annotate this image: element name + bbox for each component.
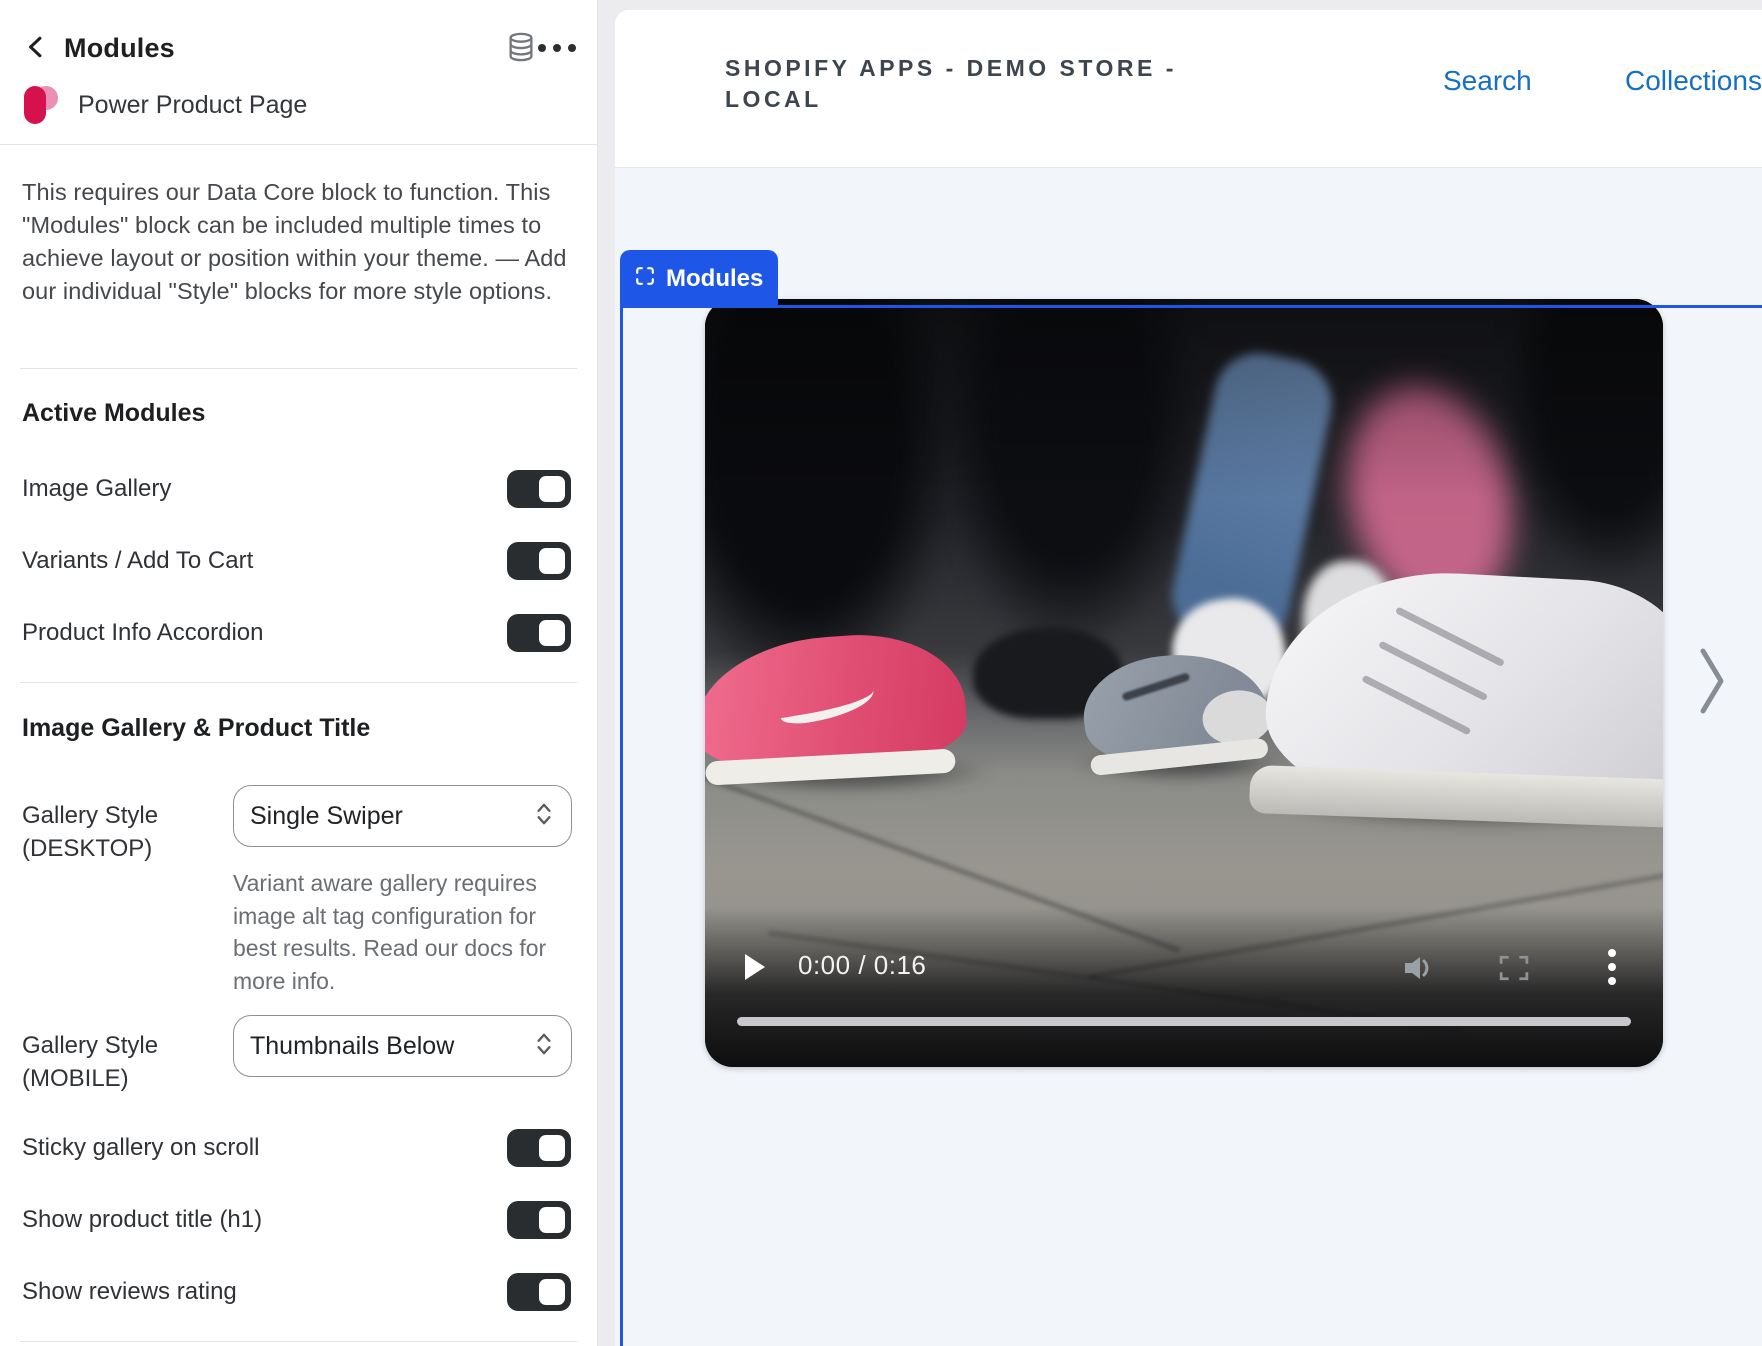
select-value: Single Swiper xyxy=(250,802,535,831)
select-value: Thumbnails Below xyxy=(250,1032,535,1061)
variants-add-to-cart-toggle[interactable] xyxy=(507,542,571,580)
toggle-label: Product Info Accordion xyxy=(22,619,507,647)
play-icon xyxy=(743,969,767,984)
field-label: Gallery Style (MOBILE) xyxy=(22,1029,158,1095)
fullscreen-corners-icon xyxy=(1499,969,1529,984)
field-label: Gallery Style (DESKTOP) xyxy=(22,799,158,865)
volume-button[interactable] xyxy=(1403,954,1437,985)
show-product-title-toggle[interactable] xyxy=(507,1201,571,1239)
product-video-player[interactable]: 0:00 / 0:16 xyxy=(705,299,1663,1067)
toggle-knob xyxy=(539,1135,565,1161)
gallery-section-heading: Image Gallery & Product Title xyxy=(0,714,597,743)
ellipsis-horizontal-icon xyxy=(538,44,576,52)
divider xyxy=(20,1341,577,1342)
video-controls-gradient xyxy=(705,907,1663,1067)
play-button[interactable] xyxy=(743,953,767,984)
app-logo-icon xyxy=(24,84,56,126)
modules-block-tab[interactable]: Modules xyxy=(620,250,778,307)
updown-chevrons-icon xyxy=(535,800,553,833)
app-name: Power Product Page xyxy=(78,91,307,120)
divider xyxy=(20,368,577,369)
toggle-knob xyxy=(539,1279,565,1305)
nav-link-search[interactable]: Search xyxy=(1443,65,1532,97)
app-row[interactable]: Power Product Page xyxy=(0,84,597,126)
sticky-gallery-toggle[interactable] xyxy=(507,1129,571,1167)
gallery-style-desktop-field: Gallery Style (DESKTOP) Single Swiper Va… xyxy=(0,785,597,985)
product-info-accordion-toggle[interactable] xyxy=(507,614,571,652)
selection-corners-icon xyxy=(634,265,656,292)
toggle-row-product-info: Product Info Accordion xyxy=(0,614,597,652)
video-menu-button[interactable] xyxy=(1608,949,1616,985)
block-tab-label: Modules xyxy=(666,265,763,293)
store-title[interactable]: SHOPIFY APPS - DEMO STORE - LOCAL xyxy=(725,53,1215,115)
toggle-row-reviews-rating: Show reviews rating xyxy=(0,1273,597,1311)
toggle-label: Sticky gallery on scroll xyxy=(22,1134,507,1162)
ellipsis-vertical-icon xyxy=(1608,949,1616,985)
toggle-label: Show reviews rating xyxy=(22,1278,507,1306)
theme-preview-pane: SHOPIFY APPS - DEMO STORE - LOCAL Search… xyxy=(615,10,1762,1346)
gallery-style-mobile-field: Gallery Style (MOBILE) Thumbnails Below xyxy=(0,1015,597,1095)
panel-title: Modules xyxy=(64,33,175,64)
toggle-knob xyxy=(539,1207,565,1233)
fullscreen-button[interactable] xyxy=(1499,955,1529,984)
gallery-style-mobile-select[interactable]: Thumbnails Below xyxy=(233,1015,572,1077)
field-helper-text: Variant aware gallery requires image alt… xyxy=(233,867,563,997)
toggle-label: Image Gallery xyxy=(22,475,507,503)
gallery-next-button[interactable] xyxy=(1697,646,1727,719)
video-time: 0:00 / 0:16 xyxy=(798,950,926,981)
toggle-row-image-gallery: Image Gallery xyxy=(0,470,597,508)
updown-chevrons-icon xyxy=(535,1030,553,1063)
back-button[interactable] xyxy=(22,33,52,63)
settings-sidebar: Modules Power Product Page This requires… xyxy=(0,0,598,1346)
show-reviews-rating-toggle[interactable] xyxy=(507,1273,571,1311)
image-gallery-toggle[interactable] xyxy=(507,470,571,508)
toggle-label: Variants / Add To Cart xyxy=(22,547,507,575)
toggle-row-variants: Variants / Add To Cart xyxy=(0,542,597,580)
divider xyxy=(20,682,577,683)
divider xyxy=(0,144,597,145)
store-header: SHOPIFY APPS - DEMO STORE - LOCAL Search… xyxy=(615,10,1762,168)
active-modules-heading: Active Modules xyxy=(0,399,597,428)
chevron-right-icon xyxy=(1697,704,1727,719)
gallery-style-desktop-select[interactable]: Single Swiper xyxy=(233,785,572,847)
toggle-row-sticky-gallery: Sticky gallery on scroll xyxy=(0,1129,597,1167)
video-progress-bar[interactable] xyxy=(737,1017,1631,1026)
data-core-button[interactable] xyxy=(503,30,539,66)
gallery-toggles-group: Sticky gallery on scroll Show product ti… xyxy=(0,1129,597,1345)
chevron-left-icon xyxy=(23,33,51,64)
nav-link-collections[interactable]: Collections xyxy=(1625,65,1762,97)
more-menu-button[interactable] xyxy=(539,30,575,66)
toggle-knob xyxy=(539,548,565,574)
toggle-knob xyxy=(539,620,565,646)
toggle-row-product-title: Show product title (h1) xyxy=(0,1201,597,1239)
toggle-label: Show product title (h1) xyxy=(22,1206,507,1234)
speaker-icon xyxy=(1403,970,1437,985)
toggle-knob xyxy=(539,476,565,502)
active-modules-group: Image Gallery Variants / Add To Cart Pro… xyxy=(0,470,597,686)
block-description: This requires our Data Core block to fun… xyxy=(0,176,597,308)
sidebar-header: Modules xyxy=(0,28,597,68)
database-icon xyxy=(507,32,535,65)
